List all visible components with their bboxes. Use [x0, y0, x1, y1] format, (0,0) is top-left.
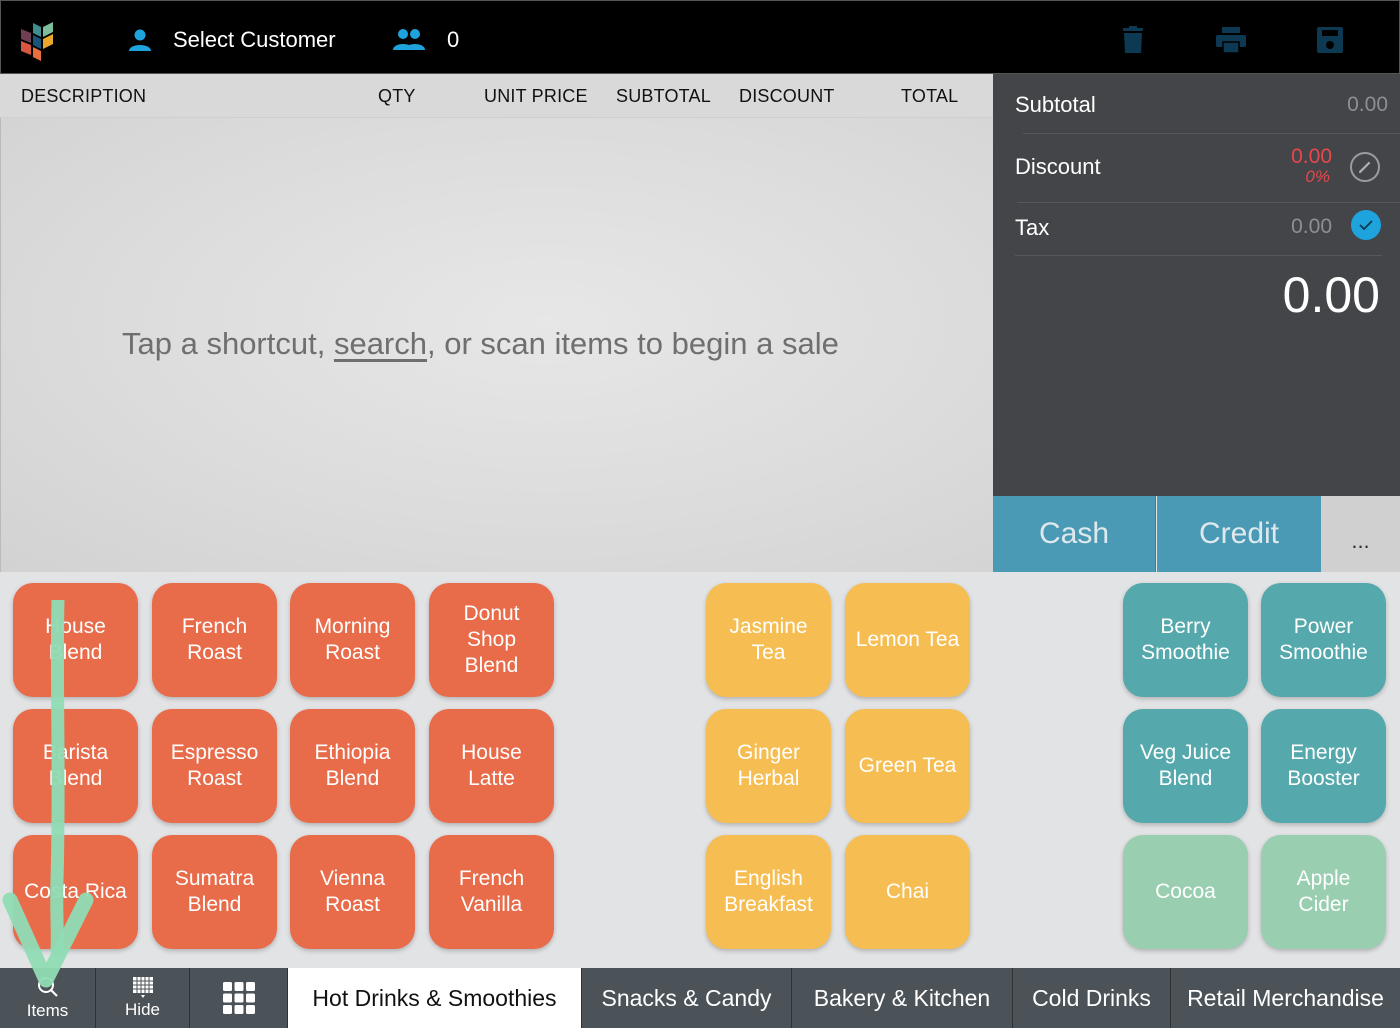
- column-unit-price: UNIT PRICE: [484, 86, 588, 106]
- shortcut-tile-morning-roast[interactable]: Morning Roast: [290, 583, 415, 697]
- subtotal-value: 0.00: [1347, 93, 1388, 116]
- empty-sale-message: Tap a shortcut, search, or scan items to…: [122, 326, 839, 362]
- empty-message-text: Tap a shortcut,: [122, 326, 334, 361]
- subtotal-label: Subtotal: [1015, 92, 1096, 117]
- grid-icon: [222, 982, 255, 1014]
- edit-discount-button[interactable]: [1350, 152, 1380, 182]
- guest-count-button[interactable]: 0: [393, 23, 459, 57]
- shortcut-tile-vienna-roast[interactable]: Vienna Roast: [290, 835, 415, 949]
- save-icon: [1317, 27, 1343, 53]
- shortcut-tile-energy-booster[interactable]: Energy Booster: [1261, 709, 1386, 823]
- shortcut-tile-house-blend[interactable]: House Blend: [13, 583, 138, 697]
- tax-label: Tax: [1015, 215, 1050, 240]
- guest-count: 0: [447, 27, 460, 52]
- shortcut-tile-chai[interactable]: Chai: [845, 835, 970, 949]
- shortcut-tile-apple-cider[interactable]: Apple Cider: [1261, 835, 1386, 949]
- discount-label: Discount: [1015, 154, 1101, 179]
- shortcut-tile-donut-shop-blend[interactable]: Donut Shop Blend: [429, 583, 554, 697]
- layout-grid-button[interactable]: [190, 968, 288, 1028]
- shortcut-tile-french-roast[interactable]: French Roast: [152, 583, 277, 697]
- totals-panel: Subtotal 0.00 Discount 0.00 0% Tax 0.00 …: [993, 74, 1400, 496]
- column-qty: QTY: [378, 86, 416, 106]
- top-bar: Select Customer 0: [0, 0, 1400, 74]
- tax-toggle[interactable]: [1351, 210, 1381, 240]
- column-discount: DISCOUNT: [739, 86, 835, 106]
- shortcut-tile-veg-juice-blend[interactable]: Veg Juice Blend: [1123, 709, 1248, 823]
- app-logo-icon: [21, 22, 53, 61]
- sale-line-items: Tap a shortcut, search, or scan items to…: [0, 118, 993, 572]
- shortcut-tiles: House Blend French Roast Morning Roast Donu…: [0, 572, 1400, 968]
- shortcut-tile-barista-blend[interactable]: Barista Blend: [13, 709, 138, 823]
- shortcut-tile-costa-rica[interactable]: Costa Rica: [13, 835, 138, 949]
- pencil-icon: [1358, 161, 1371, 174]
- cash-button[interactable]: Cash: [993, 496, 1156, 572]
- person-icon: [129, 29, 151, 51]
- keypad-hide-icon: [132, 977, 153, 998]
- discount-value: 0.00: [1291, 145, 1332, 168]
- save-button[interactable]: [1315, 25, 1345, 55]
- tab-bakery-kitchen[interactable]: Bakery & Kitchen: [792, 968, 1013, 1028]
- shortcut-tile-ethiopia-blend[interactable]: Ethiopia Blend: [290, 709, 415, 823]
- print-button[interactable]: [1216, 25, 1246, 55]
- shortcut-tile-cocoa[interactable]: Cocoa: [1123, 835, 1248, 949]
- grand-total: 0.00: [1282, 267, 1380, 323]
- tab-cold-drinks[interactable]: Cold Drinks: [1013, 968, 1171, 1028]
- items-search-button[interactable]: Items: [0, 968, 96, 1028]
- tab-retail-merchandise[interactable]: Retail Merchandise: [1171, 968, 1400, 1028]
- divider: [1017, 202, 1400, 203]
- delete-sale-button[interactable]: [1118, 25, 1148, 55]
- shortcut-tile-lemon-tea[interactable]: Lemon Tea: [845, 583, 970, 697]
- select-customer-button[interactable]: Select Customer: [127, 23, 336, 57]
- hide-label: Hide: [125, 1000, 160, 1019]
- items-label: Items: [26, 1001, 69, 1020]
- tab-hot-drinks-smoothies[interactable]: Hot Drinks & Smoothies: [288, 968, 582, 1028]
- bottom-bar: Items Hide Hot Drinks & Smoothies Snacks…: [0, 968, 1400, 1028]
- trash-icon: [1123, 26, 1143, 53]
- divider: [1023, 133, 1400, 134]
- shortcut-tile-french-vanilla[interactable]: French Vanilla: [429, 835, 554, 949]
- shortcut-tile-house-latte[interactable]: House Latte: [429, 709, 554, 823]
- checkmark-icon: [1359, 220, 1373, 231]
- shortcut-tile-green-tea[interactable]: Green Tea: [845, 709, 970, 823]
- shortcut-tile-ginger-herbal[interactable]: Ginger Herbal: [706, 709, 831, 823]
- more-payment-options-button[interactable]: ...: [1321, 496, 1400, 572]
- shortcut-tile-jasmine-tea[interactable]: Jasmine Tea: [706, 583, 831, 697]
- line-items-header: DESCRIPTION QTY UNIT PRICE SUBTOTAL DISC…: [0, 74, 993, 118]
- shortcut-tile-espresso-roast[interactable]: Espresso Roast: [152, 709, 277, 823]
- divider: [1015, 255, 1382, 256]
- shortcut-tile-sumatra-blend[interactable]: Sumatra Blend: [152, 835, 277, 949]
- tax-value: 0.00: [1291, 215, 1332, 238]
- shortcut-tile-english-breakfast[interactable]: English Breakfast: [706, 835, 831, 949]
- empty-message-text: , or scan items to begin a sale: [427, 326, 839, 361]
- printer-icon: [1216, 27, 1246, 53]
- search-icon: [37, 977, 58, 997]
- people-icon: [393, 29, 425, 50]
- column-total: TOTAL: [901, 86, 959, 106]
- shortcut-tile-power-smoothie[interactable]: Power Smoothie: [1261, 583, 1386, 697]
- tab-snacks-candy[interactable]: Snacks & Candy: [582, 968, 792, 1028]
- shortcut-tile-berry-smoothie[interactable]: Berry Smoothie: [1123, 583, 1248, 697]
- hide-shortcuts-button[interactable]: Hide: [96, 968, 190, 1028]
- column-subtotal: SUBTOTAL: [616, 86, 711, 106]
- discount-percent: 0%: [1305, 167, 1330, 186]
- credit-button[interactable]: Credit: [1157, 496, 1321, 572]
- column-description: DESCRIPTION: [21, 86, 147, 106]
- search-link[interactable]: search: [334, 326, 427, 361]
- select-customer-label: Select Customer: [173, 27, 336, 52]
